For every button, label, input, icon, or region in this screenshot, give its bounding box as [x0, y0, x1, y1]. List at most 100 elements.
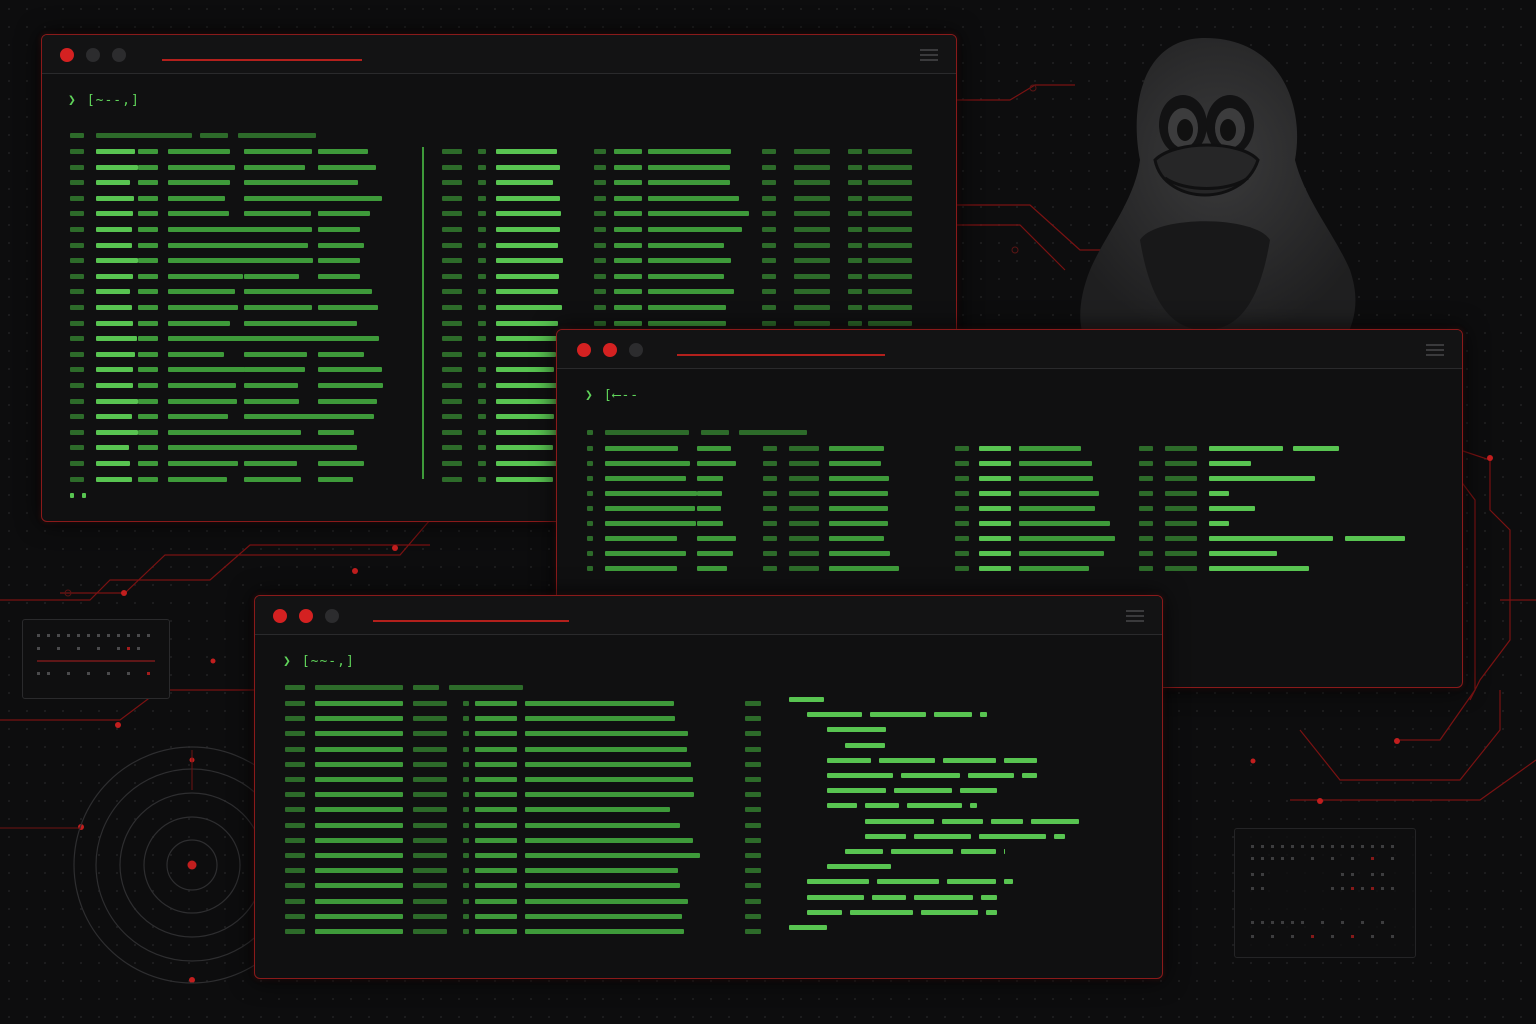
output-glyphs [463, 868, 469, 874]
output-glyphs [648, 164, 730, 170]
output-glyphs [789, 491, 819, 496]
output-glyphs [315, 746, 403, 752]
output-glyphs [463, 716, 469, 722]
menu-icon[interactable] [920, 49, 938, 61]
output-glyphs [318, 149, 368, 154]
output-glyphs [463, 746, 469, 752]
output-glyphs [138, 367, 158, 373]
output-glyphs [848, 305, 862, 310]
output-glyphs [1165, 461, 1197, 466]
output-glyphs [648, 273, 724, 279]
output-glyphs [244, 149, 312, 154]
title-bar[interactable] [557, 330, 1462, 369]
title-bar[interactable] [255, 596, 1162, 635]
output-glyphs [478, 180, 486, 186]
output-glyphs [614, 289, 642, 295]
output-glyphs [594, 258, 606, 264]
output-glyphs [244, 242, 308, 248]
output-glyphs [70, 164, 84, 170]
output-glyphs [244, 429, 301, 435]
output-glyphs [763, 536, 777, 541]
output-glyphs [955, 551, 969, 556]
output-glyphs [648, 242, 724, 248]
output-glyphs [942, 818, 983, 824]
output-glyphs [868, 320, 912, 326]
output-glyphs [794, 242, 830, 248]
output-glyphs [829, 536, 884, 541]
minimize-dot-icon[interactable] [86, 48, 100, 62]
output-glyphs [762, 305, 776, 310]
output-glyphs [594, 164, 606, 170]
output-glyphs [587, 506, 593, 511]
output-glyphs [285, 746, 305, 752]
minimize-dot-icon[interactable] [603, 343, 617, 357]
output-glyphs [868, 180, 912, 186]
maximize-dot-icon[interactable] [629, 343, 643, 357]
close-dot-icon[interactable] [273, 609, 287, 623]
output-glyphs [475, 716, 517, 722]
output-glyphs [745, 716, 761, 722]
output-glyphs [979, 521, 1011, 526]
output-glyphs [318, 258, 360, 264]
output-glyphs [587, 446, 593, 451]
menu-icon[interactable] [1126, 610, 1144, 622]
output-glyphs [525, 807, 670, 813]
output-glyphs [475, 837, 517, 843]
maximize-dot-icon[interactable] [325, 609, 339, 623]
output-glyphs [318, 289, 372, 295]
maximize-dot-icon[interactable] [112, 48, 126, 62]
output-glyphs [877, 879, 939, 885]
output-glyphs [478, 398, 486, 404]
output-glyphs [648, 289, 734, 295]
close-dot-icon[interactable] [60, 48, 74, 62]
output-glyphs [614, 258, 642, 264]
output-glyphs [1165, 506, 1197, 511]
output-glyphs [496, 242, 558, 248]
output-glyphs [848, 164, 862, 170]
output-glyphs [1019, 476, 1093, 481]
output-glyphs [1031, 818, 1079, 824]
output-glyphs [496, 258, 563, 264]
output-glyphs [478, 351, 486, 357]
output-glyphs [968, 773, 1014, 778]
terminal-window-3[interactable]: ❯ [~~-,] [254, 595, 1163, 979]
output-glyphs [648, 211, 749, 217]
output-glyphs [614, 164, 642, 170]
output-glyphs [244, 398, 299, 404]
output-glyphs [868, 273, 912, 279]
output-glyphs [594, 195, 606, 201]
output-glyphs [1139, 491, 1153, 496]
output-glyphs [496, 383, 561, 388]
output-glyphs [168, 476, 227, 482]
output-glyphs [979, 506, 1011, 511]
output-glyphs [244, 445, 328, 451]
output-glyphs [478, 305, 486, 310]
output-glyphs [244, 461, 297, 466]
menu-icon[interactable] [1426, 344, 1444, 356]
output-glyphs [1209, 476, 1315, 481]
output-glyphs [614, 149, 642, 154]
title-bar[interactable] [42, 35, 956, 74]
output-glyphs [1019, 506, 1095, 511]
output-glyphs [525, 822, 680, 828]
output-glyphs [96, 242, 132, 248]
close-dot-icon[interactable] [577, 343, 591, 357]
output-glyphs [318, 305, 378, 310]
output-glyphs [525, 883, 680, 889]
output-glyphs [70, 367, 84, 373]
output-glyphs [605, 551, 686, 556]
output-glyphs [1139, 566, 1153, 571]
output-glyphs [413, 883, 447, 889]
output-glyphs [868, 227, 912, 232]
output-glyphs [614, 211, 642, 217]
output-glyphs [868, 149, 912, 154]
minimize-dot-icon[interactable] [299, 609, 313, 623]
output-glyphs [745, 837, 761, 843]
output-glyphs [96, 227, 132, 232]
output-glyphs [745, 761, 761, 767]
output-glyphs [745, 883, 761, 889]
output-glyphs [594, 242, 606, 248]
output-glyphs [475, 913, 517, 919]
output-glyphs [285, 777, 305, 782]
output-glyphs [496, 429, 558, 435]
